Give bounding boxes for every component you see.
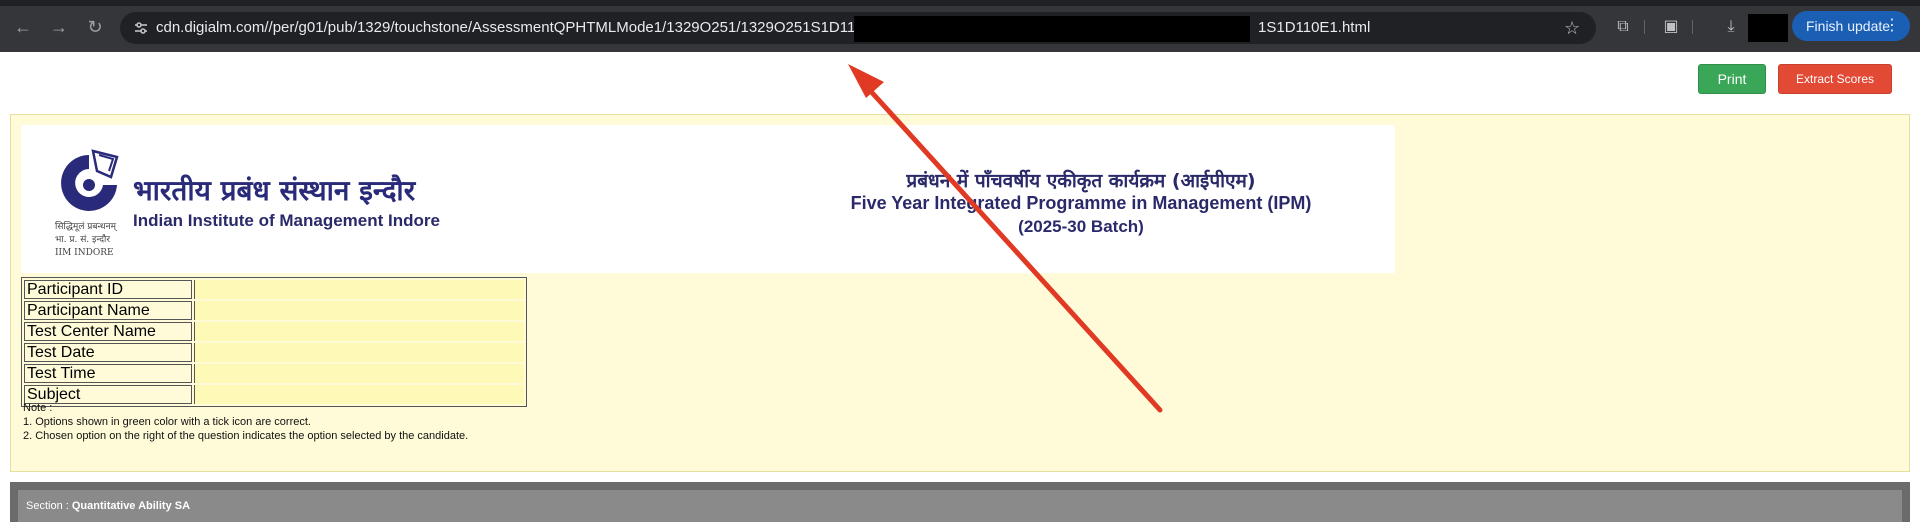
download-icon[interactable]: ⤓ <box>1720 16 1742 38</box>
logo-motto: सिद्धिमूलं प्रबन्धनम् <box>55 222 116 232</box>
row-label: Test Date <box>24 343 192 362</box>
logo-caption: सिद्धिमूलं प्रबन्धनम् भा. प्र. सं. इन्दौ… <box>55 221 116 260</box>
institute-name-hindi: भारतीय प्रबंध संस्थान इन्दौर <box>133 174 416 207</box>
iim-indore-logo-icon <box>61 149 119 211</box>
redacted-profile <box>1748 14 1788 42</box>
row-label: Participant ID <box>24 280 192 299</box>
row-label: Test Time <box>24 364 192 383</box>
table-row: Test Time <box>24 364 524 383</box>
row-label: Participant Name <box>24 301 192 320</box>
row-label: Test Center Name <box>24 322 192 341</box>
url-text[interactable]: cdn.digialm.com//per/g01/pub/1329/touchs… <box>156 19 868 36</box>
note-line-2: 2. Chosen option on the right of the que… <box>23 430 469 442</box>
section-header-inner: Section : Quantitative Ability SA <box>18 490 1902 522</box>
note-title: Note : <box>23 402 53 414</box>
back-arrow-icon[interactable]: ← <box>12 16 34 38</box>
table-row: Participant ID <box>24 280 524 299</box>
reload-icon[interactable]: ↻ <box>84 16 106 38</box>
menu-dots-icon[interactable]: ⋮ <box>1884 11 1900 41</box>
logo-hindi-abbr: भा. प्र. सं. इन्दौर <box>55 235 111 245</box>
logo-english-abbr: IIM INDORE <box>55 248 114 258</box>
section-title: Section : Quantitative Ability SA <box>26 500 190 512</box>
candidate-panel: सिद्धिमूलं प्रबन्धनम् भा. प्र. सं. इन्दौ… <box>10 114 1910 472</box>
table-row: Participant Name <box>24 301 524 320</box>
row-value <box>194 343 524 362</box>
participant-info-table: Participant ID Participant Name Test Cen… <box>21 277 527 407</box>
browser-toolbar: ← → ↻ cdn.digialm.com//per/g01/pub/1329/… <box>0 0 1920 52</box>
row-value <box>194 280 524 299</box>
address-bar[interactable]: cdn.digialm.com//per/g01/pub/1329/touchs… <box>120 12 1596 44</box>
program-title-english: Five Year Integrated Programme in Manage… <box>850 193 1312 213</box>
note-line-1: 1. Options shown in green color with a t… <box>23 416 311 428</box>
instructions-note: Note : 1. Options shown in green color w… <box>23 401 468 443</box>
page-content: Print Extract Scores सिद्धिमूलं प्रबन्धन… <box>0 52 1920 522</box>
redacted-url-segment <box>854 16 1250 42</box>
extensions-icon[interactable]: ⧉ <box>1612 16 1634 38</box>
row-value <box>194 301 524 320</box>
section-name: Quantitative Ability SA <box>71 500 191 512</box>
toolbar-divider <box>1644 20 1645 34</box>
bookmark-star-icon[interactable]: ☆ <box>1564 18 1584 38</box>
table-row: Test Center Name <box>24 322 524 341</box>
tab-strip-edge <box>0 0 1920 6</box>
section-header: Section : Quantitative Ability SA <box>10 482 1910 522</box>
print-button[interactable]: Print <box>1698 64 1766 94</box>
table-row: Test Date <box>24 343 524 362</box>
finish-update-label: Finish update <box>1806 18 1891 34</box>
section-prefix: Section : <box>26 500 72 512</box>
program-title-hindi: प्रबंधन में पाँचवर्षीय एकीकृत कार्यक्रम … <box>906 170 1256 192</box>
site-settings-icon[interactable] <box>132 19 150 37</box>
forward-arrow-icon[interactable]: → <box>48 16 70 38</box>
finish-update-button[interactable]: Finish update ⋮ <box>1792 11 1910 41</box>
toolbar-divider <box>1692 20 1693 34</box>
extract-scores-button[interactable]: Extract Scores <box>1778 64 1892 94</box>
institute-name-english: Indian Institute of Management Indore <box>133 211 440 230</box>
reading-list-icon[interactable]: ▣ <box>1660 16 1682 38</box>
program-batch: (2025-30 Batch) <box>1018 217 1144 236</box>
row-value <box>194 322 524 341</box>
row-value <box>194 364 524 383</box>
institute-header: सिद्धिमूलं प्रबन्धनम् भा. प्र. सं. इन्दौ… <box>21 125 1395 273</box>
url-tail-text[interactable]: 1S1D110E1.html <box>1258 19 1370 36</box>
